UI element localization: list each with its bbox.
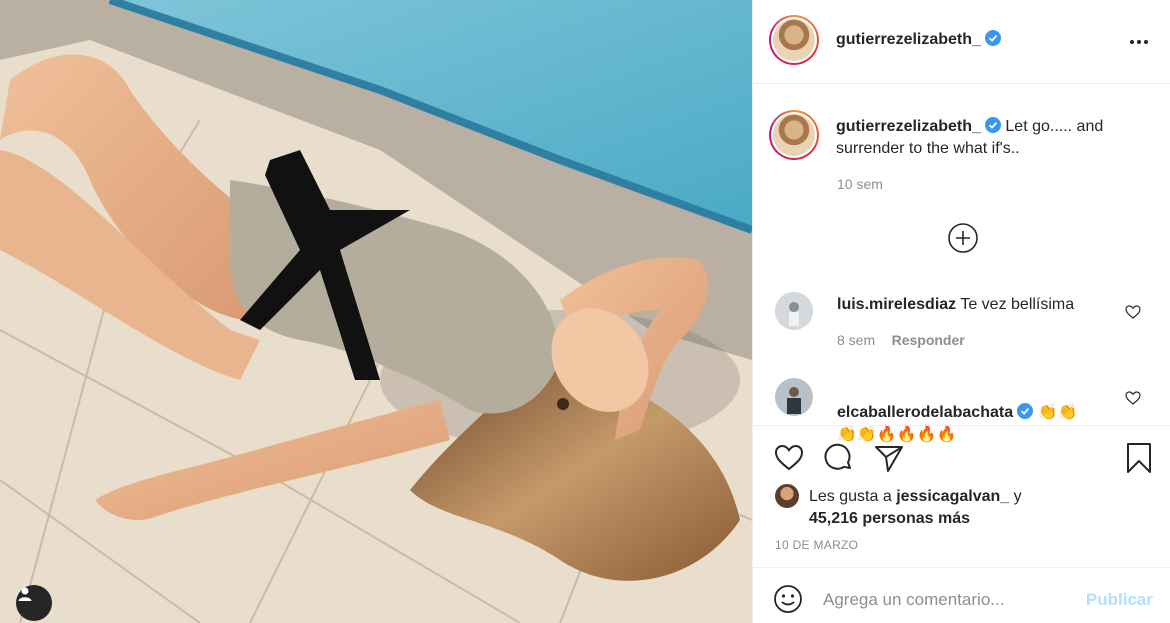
liker-username[interactable]: jessicagalvan_ xyxy=(896,488,1009,505)
reply-button[interactable]: Responder xyxy=(892,332,965,348)
comment-input[interactable] xyxy=(823,586,1073,614)
caption-username[interactable]: gutierrezelizabeth_ xyxy=(836,118,981,135)
emoji-smiley-icon[interactable] xyxy=(773,584,803,614)
like-comment-icon[interactable] xyxy=(1125,304,1141,320)
caption-time: 10 sem xyxy=(837,176,883,192)
like-comment-icon[interactable] xyxy=(1125,390,1141,406)
liker-avatar[interactable] xyxy=(775,484,799,508)
tagged-users-button[interactable] xyxy=(16,585,52,621)
comment-text: Te vez bellísima xyxy=(960,296,1075,313)
author-avatar[interactable] xyxy=(769,15,819,65)
commenter-avatar[interactable] xyxy=(775,292,813,330)
post-image xyxy=(0,0,752,623)
add-comment-bar: Publicar xyxy=(753,567,1170,623)
post-comment-button[interactable]: Publicar xyxy=(1086,590,1153,610)
likes-suffix: y xyxy=(1013,488,1022,505)
comment-time: 8 sem xyxy=(837,332,876,348)
caption-avatar[interactable] xyxy=(769,110,819,160)
likes-prefix: Les gusta a xyxy=(809,488,892,505)
more-options-icon[interactable] xyxy=(1127,30,1151,54)
verified-badge-icon xyxy=(1017,403,1034,419)
post-date[interactable]: 10 DE MARZO xyxy=(775,538,858,552)
like-heart-icon[interactable] xyxy=(773,442,805,474)
post-actions: Les gusta a jessicagalvan_ y 45,216 pers… xyxy=(753,425,1170,567)
verified-badge-icon xyxy=(984,30,1001,46)
comment-username[interactable]: elcaballerodelabachata xyxy=(837,404,1013,421)
post-side-panel: gutierrezelizabeth_ gutierrezelizabeth_ … xyxy=(752,0,1170,623)
share-paper-plane-icon[interactable] xyxy=(873,442,905,474)
likes-count[interactable]: 45,216 personas más xyxy=(809,510,970,527)
load-more-comments-icon[interactable] xyxy=(947,222,979,254)
comment-bubble-icon[interactable] xyxy=(823,442,855,474)
verified-badge-icon xyxy=(984,117,1001,133)
post-header: gutierrezelizabeth_ xyxy=(753,0,1170,84)
save-bookmark-icon[interactable] xyxy=(1123,442,1155,474)
likes-summary: Les gusta a jessicagalvan_ y 45,216 pers… xyxy=(809,486,1022,530)
user-icon xyxy=(18,587,32,601)
comment-username[interactable]: luis.mirelesdiaz xyxy=(837,296,956,313)
post-photo[interactable] xyxy=(0,0,752,623)
commenter-avatar[interactable] xyxy=(775,378,813,416)
author-username[interactable]: gutierrezelizabeth_ xyxy=(836,31,981,48)
